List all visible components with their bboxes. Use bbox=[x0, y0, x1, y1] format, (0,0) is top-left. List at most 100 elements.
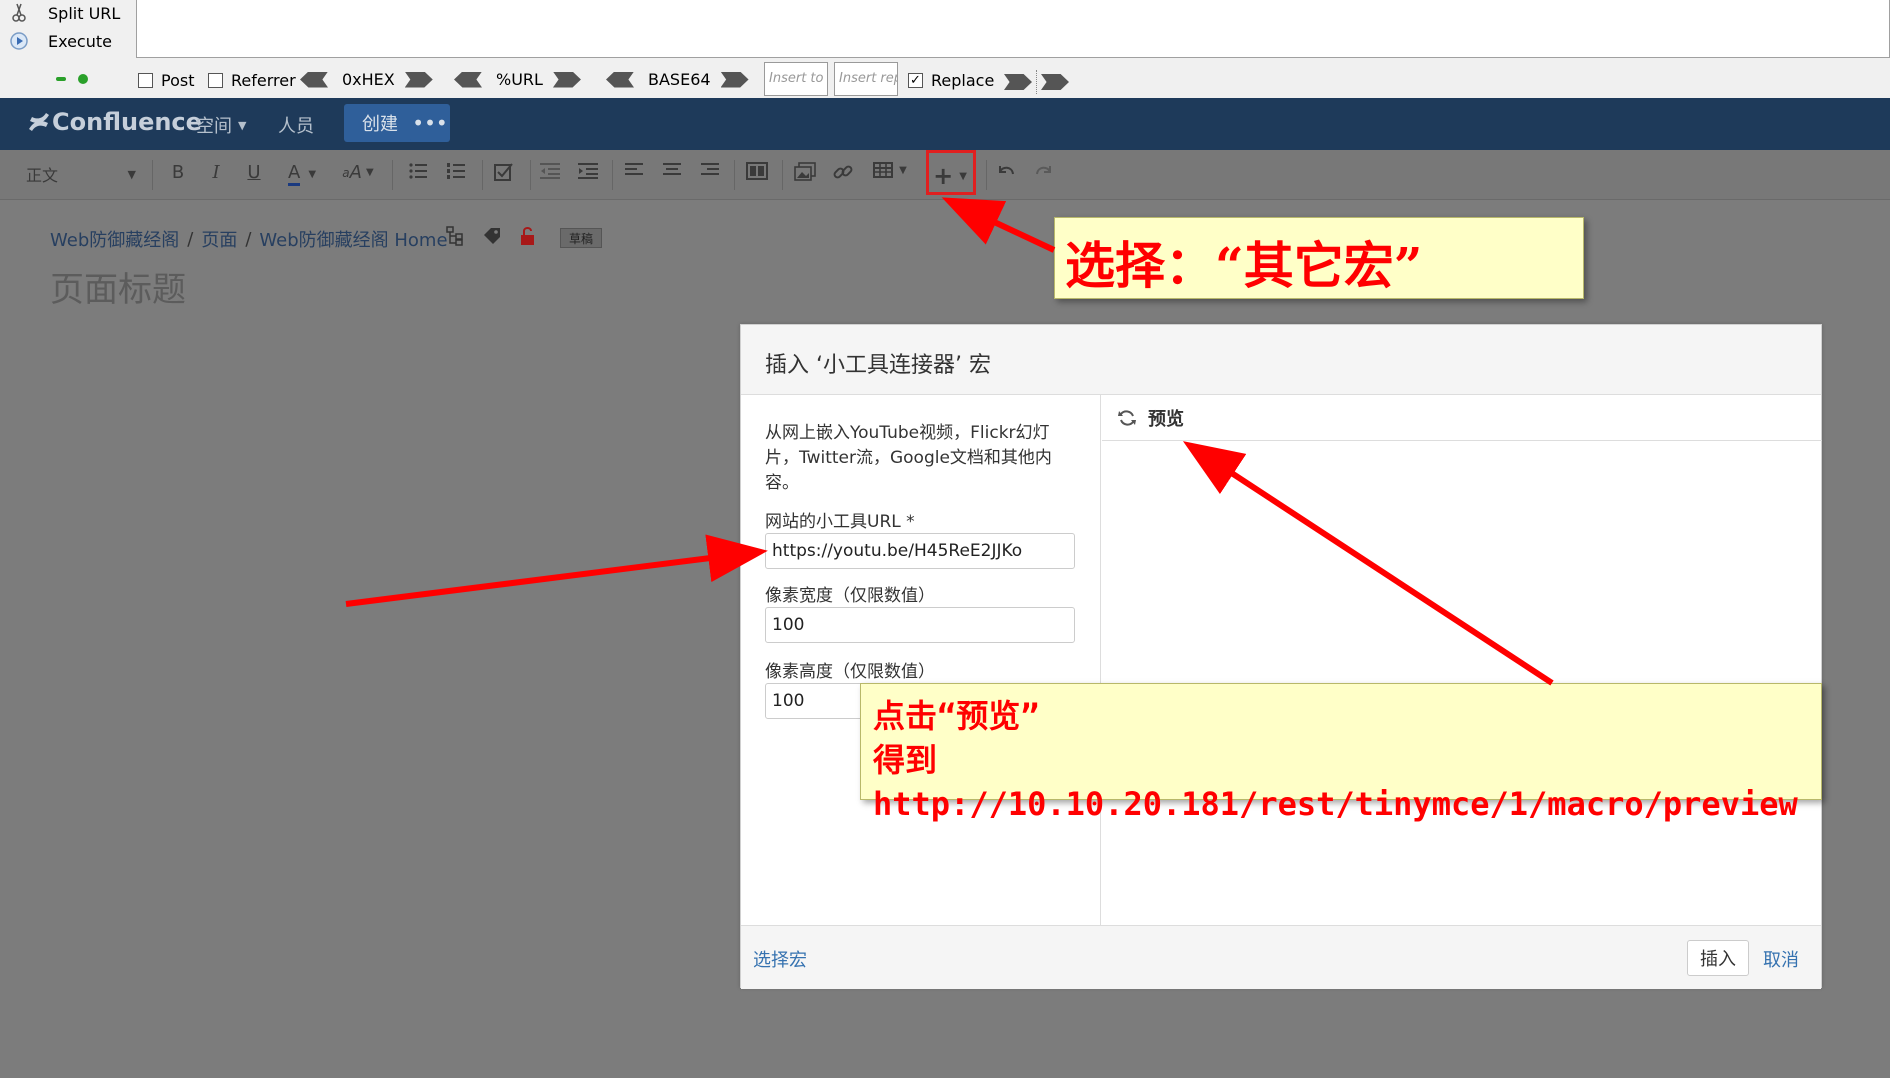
unlock-icon[interactable] bbox=[520, 226, 536, 246]
replace-arrow-icon[interactable] bbox=[1004, 74, 1032, 90]
align-left-button[interactable] bbox=[622, 162, 646, 178]
replace-checkbox[interactable]: ✓ Replace bbox=[908, 71, 994, 90]
insert-button[interactable]: 插入 bbox=[1687, 940, 1749, 976]
page-tree-icon[interactable] bbox=[446, 226, 464, 246]
insert-link-button[interactable] bbox=[830, 162, 856, 182]
table-icon bbox=[873, 162, 894, 178]
draft-label: 草稿 bbox=[569, 231, 594, 246]
numbered-list-icon bbox=[447, 163, 465, 179]
spaces-menu[interactable]: 空间 ▼ bbox=[196, 112, 246, 138]
confluence-x-icon bbox=[29, 113, 49, 131]
page-layout-button[interactable] bbox=[744, 162, 770, 180]
bold-button[interactable]: B bbox=[168, 162, 188, 183]
hex-encoder: 0xHEX bbox=[300, 70, 433, 89]
separator bbox=[152, 160, 153, 190]
align-center-button[interactable] bbox=[660, 162, 684, 178]
more-button[interactable]: ••• bbox=[410, 104, 450, 142]
bullet-list-icon bbox=[409, 163, 427, 179]
annotation-highlight-box bbox=[926, 150, 976, 195]
breadcrumb-separator: / bbox=[245, 228, 252, 250]
preview-panel: 预览 bbox=[1102, 395, 1822, 925]
referrer-checkbox[interactable]: Referrer bbox=[208, 71, 296, 90]
indent-icon bbox=[578, 163, 598, 179]
more-label: ••• bbox=[412, 111, 448, 135]
separator bbox=[530, 160, 531, 190]
confluence-logo[interactable]: Confluence bbox=[26, 108, 202, 136]
insert-to-replace-input[interactable]: Insert to r bbox=[764, 62, 828, 96]
insert-image-button[interactable] bbox=[792, 162, 818, 182]
align-right-icon bbox=[701, 163, 719, 175]
people-link[interactable]: 人员 bbox=[278, 112, 314, 138]
indent-button[interactable] bbox=[576, 162, 600, 180]
url-encoder: %URL bbox=[454, 70, 581, 89]
breadcrumb-space[interactable]: Web防御藏经阁 bbox=[50, 226, 179, 252]
base64-encoder: BASE64 bbox=[606, 70, 749, 89]
url-enc-label: %URL bbox=[496, 70, 543, 89]
redo-icon bbox=[1036, 166, 1051, 175]
confluence-wordmark: Confluence bbox=[52, 108, 202, 136]
paragraph-style-label: 正文 bbox=[26, 166, 59, 185]
url-decode-arrow-icon[interactable] bbox=[454, 71, 482, 88]
breadcrumb-pages[interactable]: 页面 bbox=[201, 226, 237, 252]
confluence-header: Confluence 空间 ▼ 人员 创建 ••• bbox=[0, 98, 1890, 150]
insert-table-button[interactable]: ▼ bbox=[870, 162, 910, 178]
width-input[interactable]: 100 bbox=[765, 607, 1075, 643]
width-field-label: 像素宽度（仅限数值） bbox=[765, 586, 935, 606]
preview-button[interactable]: 预览 bbox=[1102, 395, 1822, 441]
url-textarea[interactable] bbox=[136, 0, 1890, 58]
base64-label: BASE64 bbox=[648, 70, 711, 89]
base64-encode-arrow-icon[interactable] bbox=[720, 71, 749, 88]
play-icon bbox=[8, 30, 30, 52]
separator bbox=[482, 160, 483, 190]
insert-replace-with-input[interactable]: Insert rep bbox=[834, 62, 898, 96]
breadcrumb-separator: / bbox=[187, 228, 194, 250]
replace-checkbox-box[interactable]: ✓ bbox=[908, 73, 923, 88]
separator bbox=[1036, 70, 1037, 94]
breadcrumb: Web防御藏经阁 / 页面 / Web防御藏经阁 Home bbox=[50, 226, 448, 252]
task-list-button[interactable] bbox=[492, 162, 516, 182]
post-checkbox-box[interactable] bbox=[138, 73, 153, 88]
underline-button[interactable]: U bbox=[244, 162, 264, 183]
replace-all-arrow-icon[interactable] bbox=[1041, 74, 1069, 90]
url-encode-arrow-icon[interactable] bbox=[552, 71, 581, 88]
separator bbox=[612, 160, 613, 190]
macro-description: 从网上嵌入YouTube视频，Flickr幻灯片，Twitter流，Google… bbox=[765, 423, 1052, 493]
split-url-button[interactable]: Split URL bbox=[8, 0, 120, 26]
increase-decrease-controls bbox=[56, 74, 88, 85]
hex-decode-arrow-icon[interactable] bbox=[300, 71, 328, 88]
redo-button[interactable] bbox=[1032, 162, 1056, 180]
create-button[interactable]: 创建 bbox=[344, 104, 416, 142]
font-color-label: A bbox=[287, 162, 301, 186]
annotation-arrow bbox=[345, 534, 768, 607]
select-macro-link[interactable]: 选择宏 bbox=[753, 946, 807, 972]
gadget-url-input[interactable]: https://youtu.be/H45ReE2JJKo bbox=[765, 533, 1075, 569]
macro-parameters-panel: 从网上嵌入YouTube视频，Flickr幻灯片，Twitter流，Google… bbox=[741, 395, 1101, 925]
align-right-button[interactable] bbox=[698, 162, 722, 178]
paragraph-style-select[interactable]: 正文 ▼ bbox=[26, 162, 136, 186]
font-color-button[interactable]: A ▼ bbox=[282, 162, 322, 186]
italic-button[interactable]: I bbox=[206, 162, 226, 183]
breadcrumb-home[interactable]: Web防御藏经阁 Home bbox=[259, 226, 447, 252]
execute-button[interactable]: Execute bbox=[8, 28, 112, 54]
page-title-input[interactable]: 页面标题 bbox=[50, 262, 186, 311]
bullet-list-button[interactable] bbox=[406, 162, 430, 180]
plus-green-icon[interactable] bbox=[78, 74, 88, 84]
cancel-link[interactable]: 取消 bbox=[1763, 946, 1799, 972]
annotation-note-line: 点击“预览” bbox=[873, 697, 1040, 735]
numbered-list-button[interactable] bbox=[444, 162, 468, 180]
hex-encode-arrow-icon[interactable] bbox=[404, 71, 433, 88]
referrer-checkbox-box[interactable] bbox=[208, 73, 223, 88]
minus-icon[interactable] bbox=[56, 77, 66, 81]
undo-button[interactable] bbox=[994, 162, 1018, 180]
outdent-button[interactable] bbox=[538, 162, 562, 180]
undo-icon bbox=[999, 166, 1014, 175]
italic-label: I bbox=[212, 162, 220, 183]
tag-icon[interactable] bbox=[482, 226, 502, 246]
text-format-button[interactable]: a A ▼ bbox=[338, 162, 378, 183]
hackbar-actions: Split URL Execute bbox=[0, 0, 136, 60]
link-icon bbox=[833, 165, 853, 179]
base64-decode-arrow-icon[interactable] bbox=[606, 71, 634, 88]
annotation-note-select-macro: 选择：“其它宏” bbox=[1054, 217, 1584, 299]
post-checkbox[interactable]: Post bbox=[138, 71, 194, 90]
hex-label: 0xHEX bbox=[342, 70, 395, 89]
